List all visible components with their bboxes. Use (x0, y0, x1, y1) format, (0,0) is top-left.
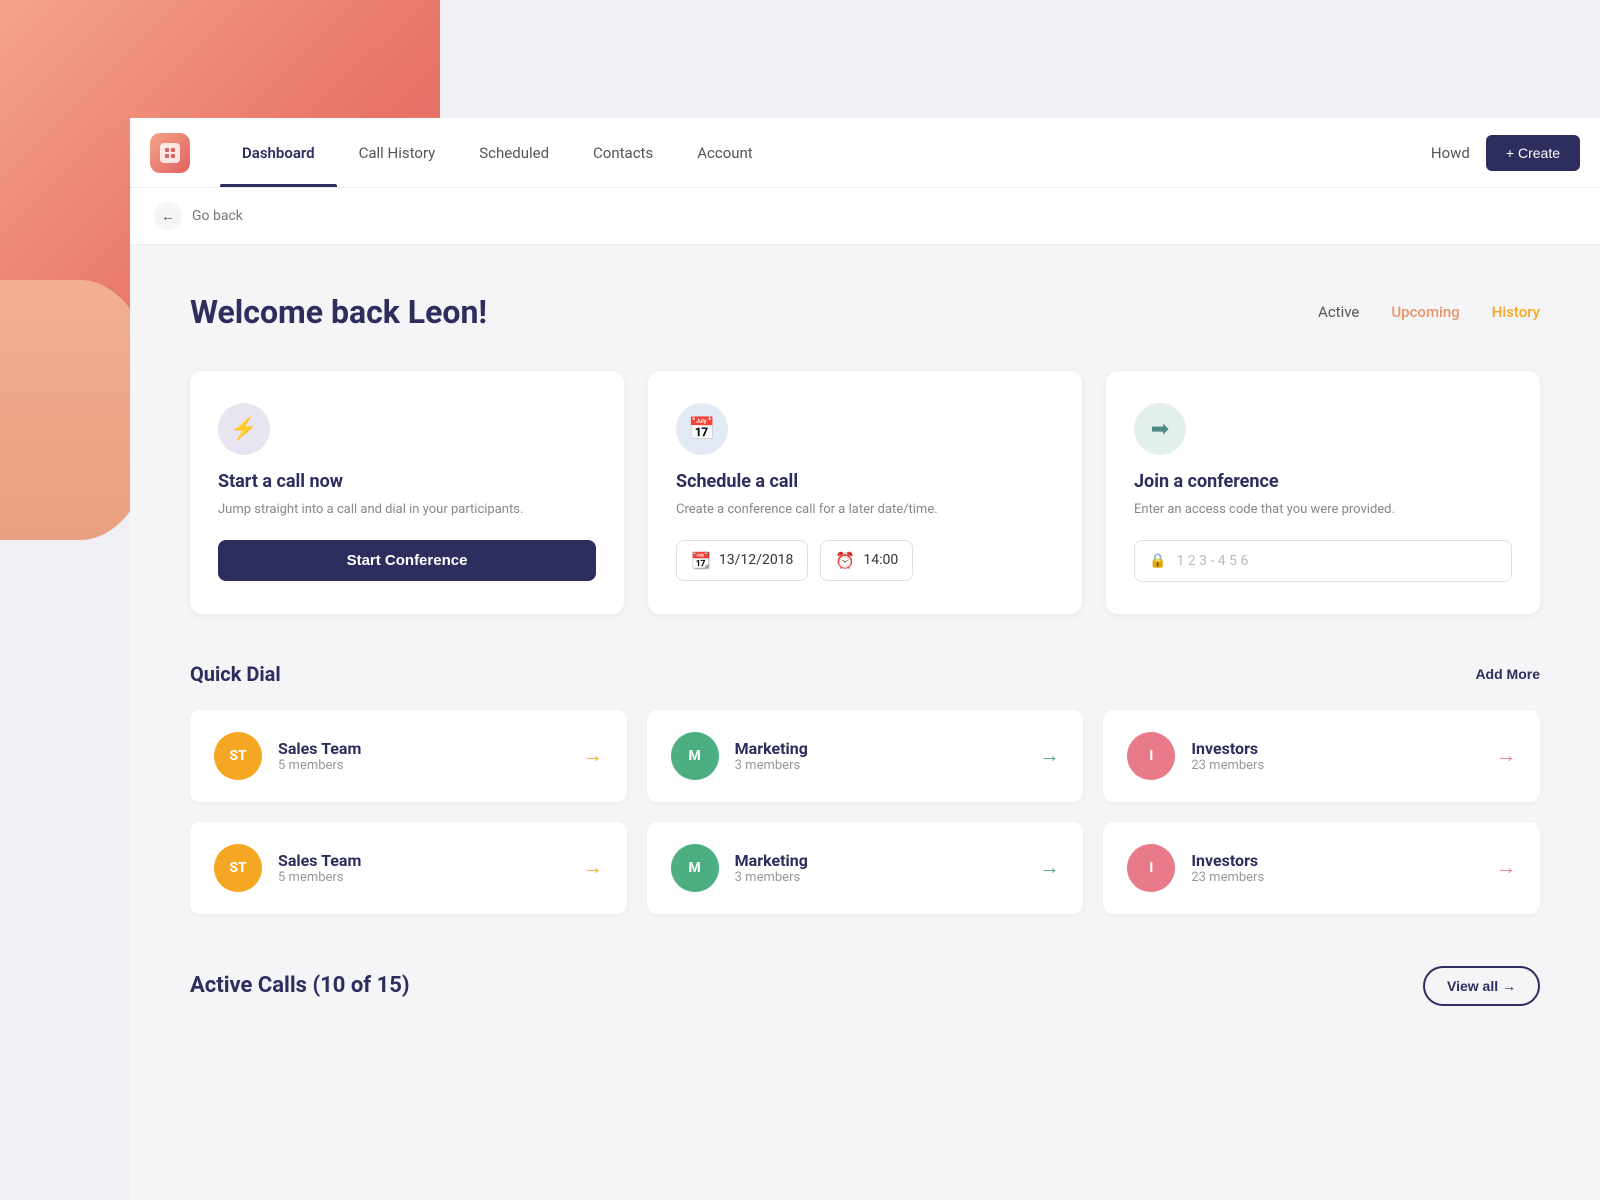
investors-members-1: 23 members (1191, 758, 1480, 773)
join-conference-card: ➡ Join a conference Enter an access code… (1106, 371, 1540, 614)
sales-team-info-1: Sales Team 5 members (278, 739, 567, 773)
active-calls-section: Active Calls (10 of 15) View all → (190, 966, 1540, 1006)
filter-tabs: Active Upcoming History (1318, 303, 1540, 321)
date-value: 13/12/2018 (719, 552, 794, 568)
lock-icon: 🔒 (1149, 553, 1166, 569)
start-call-icon: ⚡ (218, 403, 270, 455)
sales-team-avatar-1: ST (214, 732, 262, 780)
top-nav: Dashboard Call History Scheduled Contact… (130, 118, 1600, 188)
sales-team-name-1: Sales Team (278, 739, 567, 758)
greeting-text: Howd (1431, 144, 1470, 162)
marketing-members-1: 3 members (735, 758, 1024, 773)
start-call-card: ⚡ Start a call now Jump straight into a … (190, 371, 624, 614)
view-all-button[interactable]: View all → (1423, 966, 1540, 1006)
investors-members-2: 23 members (1191, 870, 1480, 885)
add-more-button[interactable]: Add More (1475, 666, 1540, 682)
quick-dial-header: Quick Dial Add More (190, 662, 1540, 686)
filter-upcoming[interactable]: Upcoming (1391, 303, 1459, 321)
time-value: 14:00 (863, 552, 898, 568)
investors-avatar-1: I (1127, 732, 1175, 780)
nav-item-scheduled[interactable]: Scheduled (457, 118, 571, 187)
dial-card-sales-team-1[interactable]: ST Sales Team 5 members → (190, 710, 627, 802)
dial-card-investors-2[interactable]: I Investors 23 members → (1103, 822, 1540, 914)
quick-dial-grid: ST Sales Team 5 members → M Marketing 3 … (190, 710, 1540, 914)
date-field[interactable]: 📆 13/12/2018 (676, 540, 808, 581)
sales-team-info-2: Sales Team 5 members (278, 851, 567, 885)
dial-card-marketing-1[interactable]: M Marketing 3 members → (647, 710, 1084, 802)
sales-team-avatar-2: ST (214, 844, 262, 892)
marketing-info-2: Marketing 3 members (735, 851, 1024, 885)
sales-team-arrow-1: → (583, 743, 603, 768)
investors-arrow-1: → (1496, 743, 1516, 768)
nav-right: Howd + Create (1431, 135, 1580, 171)
nav-items: Dashboard Call History Scheduled Contact… (220, 118, 775, 187)
time-field[interactable]: ⏰ 14:00 (820, 540, 913, 581)
investors-info-2: Investors 23 members (1191, 851, 1480, 885)
nav-item-account[interactable]: Account (675, 118, 775, 187)
quick-dial-title: Quick Dial (190, 662, 281, 686)
sales-team-arrow-2: → (583, 855, 603, 880)
back-label: Go back (192, 208, 243, 224)
schedule-call-desc: Create a conference call for a later dat… (676, 500, 1054, 520)
clock-icon: ⏰ (835, 551, 855, 570)
start-call-desc: Jump straight into a call and dial in yo… (218, 500, 596, 520)
nav-item-contacts[interactable]: Contacts (571, 118, 675, 187)
dial-card-sales-team-2[interactable]: ST Sales Team 5 members → (190, 822, 627, 914)
marketing-avatar-2: M (671, 844, 719, 892)
join-conference-icon: ➡ (1134, 403, 1186, 455)
marketing-name-1: Marketing (735, 739, 1024, 758)
sales-team-name-2: Sales Team (278, 851, 567, 870)
marketing-info-1: Marketing 3 members (735, 739, 1024, 773)
access-code-placeholder: 1 2 3 - 4 5 6 (1176, 553, 1248, 569)
sales-team-members-2: 5 members (278, 870, 567, 885)
access-code-field[interactable]: 🔒 1 2 3 - 4 5 6 (1134, 540, 1512, 582)
marketing-arrow-2: → (1039, 855, 1059, 880)
marketing-avatar-1: M (671, 732, 719, 780)
start-conference-button[interactable]: Start Conference (218, 540, 596, 581)
breadcrumb-bar: ← Go back (130, 188, 1600, 245)
dial-card-marketing-2[interactable]: M Marketing 3 members → (647, 822, 1084, 914)
investors-avatar-2: I (1127, 844, 1175, 892)
filter-active[interactable]: Active (1318, 303, 1359, 321)
nav-item-call-history[interactable]: Call History (337, 118, 458, 187)
logo-icon (160, 143, 180, 163)
sales-team-members-1: 5 members (278, 758, 567, 773)
content-area: Welcome back Leon! Active Upcoming Histo… (130, 245, 1600, 1054)
filter-history[interactable]: History (1492, 303, 1540, 321)
investors-info-1: Investors 23 members (1191, 739, 1480, 773)
investors-name-2: Investors (1191, 851, 1480, 870)
calendar-icon: 📆 (691, 551, 711, 570)
start-call-title: Start a call now (218, 471, 596, 492)
schedule-call-card: 📅 Schedule a call Create a conference ca… (648, 371, 1082, 614)
marketing-name-2: Marketing (735, 851, 1024, 870)
schedule-call-title: Schedule a call (676, 471, 1054, 492)
investors-arrow-2: → (1496, 855, 1516, 880)
welcome-section: Welcome back Leon! Active Upcoming Histo… (190, 293, 1540, 331)
logo (150, 133, 190, 173)
join-conference-title: Join a conference (1134, 471, 1512, 492)
action-cards: ⚡ Start a call now Jump straight into a … (190, 371, 1540, 614)
create-button[interactable]: + Create (1486, 135, 1580, 171)
dial-card-investors-1[interactable]: I Investors 23 members → (1103, 710, 1540, 802)
active-calls-title: Active Calls (10 of 15) (190, 973, 410, 998)
schedule-call-icon: 📅 (676, 403, 728, 455)
back-button[interactable]: ← (154, 202, 182, 230)
marketing-members-2: 3 members (735, 870, 1024, 885)
investors-name-1: Investors (1191, 739, 1480, 758)
welcome-title: Welcome back Leon! (190, 293, 487, 331)
date-time-row: 📆 13/12/2018 ⏰ 14:00 (676, 540, 1054, 581)
nav-item-dashboard[interactable]: Dashboard (220, 118, 337, 187)
marketing-arrow-1: → (1039, 743, 1059, 768)
join-conference-desc: Enter an access code that you were provi… (1134, 500, 1512, 520)
main-container: Dashboard Call History Scheduled Contact… (130, 118, 1600, 1200)
